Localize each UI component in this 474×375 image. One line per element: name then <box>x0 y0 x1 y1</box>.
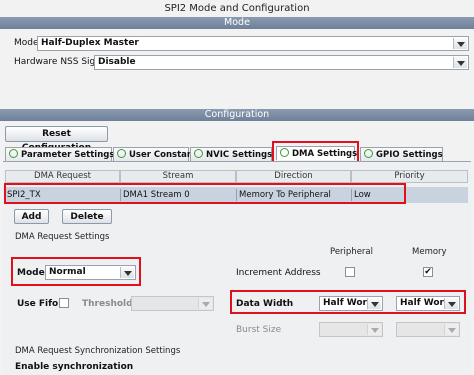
mode-highlight <box>11 257 141 286</box>
chevron-down-icon <box>453 38 467 49</box>
check-circle-icon <box>9 149 18 158</box>
increment-memory-checkbox[interactable]: ✔ <box>423 267 433 277</box>
enable-sync-label: Enable synchronization <box>15 362 134 372</box>
column-header: Stream <box>120 170 236 183</box>
peripheral-column-label: Peripheral <box>330 247 373 257</box>
tab-label: Parameter Settings <box>21 150 115 160</box>
mode-label: Mode <box>14 38 39 48</box>
burst-size-label: Burst Size <box>236 325 282 335</box>
nss-select-value: Disable <box>98 57 136 67</box>
tab-label: GPIO Settings <box>376 150 443 160</box>
delete-button[interactable]: Delete <box>62 209 112 224</box>
mode-section-header: Mode <box>0 17 474 29</box>
use-fifo-checkbox[interactable] <box>59 298 69 308</box>
column-header: Priority <box>351 170 468 183</box>
column-header: DMA Request <box>5 170 120 183</box>
threshold-label: Threshold <box>82 299 133 309</box>
check-circle-icon <box>364 149 373 158</box>
dma-request-settings-header: DMA Request Settings <box>15 232 110 242</box>
burst-peripheral-select[interactable] <box>319 322 383 337</box>
chevron-down-icon <box>367 324 381 335</box>
data-width-highlight <box>230 290 466 314</box>
window-title: SPI2 Mode and Configuration <box>164 3 310 14</box>
config-section-header: Configuration <box>0 109 474 121</box>
dma-row-highlight <box>4 183 406 204</box>
burst-memory-select[interactable] <box>396 322 460 337</box>
check-circle-icon <box>117 149 126 158</box>
sync-settings-header: DMA Request Synchronization Settings <box>15 346 181 356</box>
mode-select-value: Half-Duplex Master <box>41 38 139 48</box>
chevron-down-icon <box>198 298 212 309</box>
threshold-select[interactable] <box>131 296 214 311</box>
tab-user-constants[interactable]: User Constants <box>113 147 202 161</box>
tab-nvic-settings[interactable]: NVIC Settings <box>190 147 272 161</box>
increment-peripheral-checkbox[interactable] <box>345 267 355 277</box>
reset-configuration-button[interactable]: Reset Configuration <box>5 126 108 153</box>
tab-label: NVIC Settings <box>206 150 273 160</box>
tab-gpio-settings[interactable]: GPIO Settings <box>360 147 443 161</box>
dma-table-header: DMA Request Stream Direction Priority <box>5 170 468 183</box>
add-button[interactable]: Add <box>14 209 49 224</box>
chevron-down-icon <box>444 324 458 335</box>
chevron-down-icon <box>453 57 467 68</box>
memory-column-label: Memory <box>412 247 447 257</box>
column-header: Direction <box>236 170 351 183</box>
check-circle-icon <box>194 149 203 158</box>
dma-tab-highlight <box>272 141 359 163</box>
mode-select[interactable]: Half-Duplex Master <box>37 36 469 51</box>
tab-parameter-settings[interactable]: Parameter Settings <box>5 147 115 161</box>
increment-address-label: Increment Address <box>236 268 321 278</box>
nss-select[interactable]: Disable <box>94 55 469 70</box>
use-fifo-label: Use Fifo <box>17 299 59 309</box>
checkmark-icon: ✔ <box>424 267 432 277</box>
